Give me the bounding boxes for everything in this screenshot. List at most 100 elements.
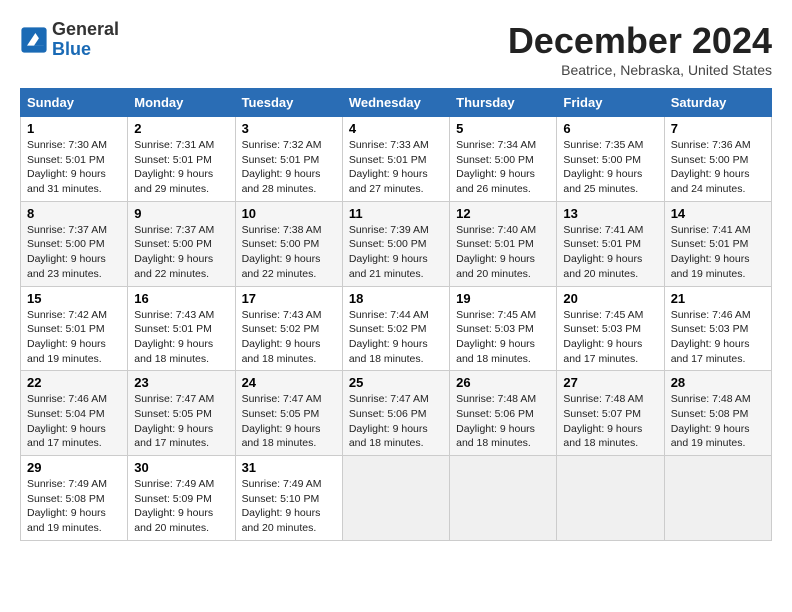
day-detail: Sunrise: 7:45 AMSunset: 5:03 PMDaylight:… bbox=[456, 309, 536, 365]
col-wednesday: Wednesday bbox=[342, 89, 449, 117]
day-number: 3 bbox=[242, 121, 336, 136]
day-detail: Sunrise: 7:41 AMSunset: 5:01 PMDaylight:… bbox=[563, 224, 643, 280]
day-detail: Sunrise: 7:41 AMSunset: 5:01 PMDaylight:… bbox=[671, 224, 751, 280]
day-number: 2 bbox=[134, 121, 228, 136]
table-row: 4 Sunrise: 7:33 AMSunset: 5:01 PMDayligh… bbox=[342, 117, 449, 202]
day-number: 14 bbox=[671, 206, 765, 221]
table-row: 21 Sunrise: 7:46 AMSunset: 5:03 PMDaylig… bbox=[664, 286, 771, 371]
calendar-title: December 2024 bbox=[508, 20, 772, 62]
table-row: 12 Sunrise: 7:40 AMSunset: 5:01 PMDaylig… bbox=[450, 201, 557, 286]
table-row: 2 Sunrise: 7:31 AMSunset: 5:01 PMDayligh… bbox=[128, 117, 235, 202]
day-number: 9 bbox=[134, 206, 228, 221]
day-detail: Sunrise: 7:45 AMSunset: 5:03 PMDaylight:… bbox=[563, 309, 643, 365]
day-detail: Sunrise: 7:46 AMSunset: 5:04 PMDaylight:… bbox=[27, 393, 107, 449]
day-detail: Sunrise: 7:49 AMSunset: 5:08 PMDaylight:… bbox=[27, 478, 107, 534]
table-row: 5 Sunrise: 7:34 AMSunset: 5:00 PMDayligh… bbox=[450, 117, 557, 202]
table-row: 6 Sunrise: 7:35 AMSunset: 5:00 PMDayligh… bbox=[557, 117, 664, 202]
table-row: 18 Sunrise: 7:44 AMSunset: 5:02 PMDaylig… bbox=[342, 286, 449, 371]
header-row: Sunday Monday Tuesday Wednesday Thursday… bbox=[21, 89, 772, 117]
day-number: 23 bbox=[134, 375, 228, 390]
day-number: 22 bbox=[27, 375, 121, 390]
table-row: 16 Sunrise: 7:43 AMSunset: 5:01 PMDaylig… bbox=[128, 286, 235, 371]
table-row: 13 Sunrise: 7:41 AMSunset: 5:01 PMDaylig… bbox=[557, 201, 664, 286]
table-row: 8 Sunrise: 7:37 AMSunset: 5:00 PMDayligh… bbox=[21, 201, 128, 286]
day-number: 21 bbox=[671, 291, 765, 306]
logo: General Blue bbox=[20, 20, 119, 60]
calendar-row: 29 Sunrise: 7:49 AMSunset: 5:08 PMDaylig… bbox=[21, 456, 772, 541]
day-detail: Sunrise: 7:47 AMSunset: 5:06 PMDaylight:… bbox=[349, 393, 429, 449]
day-detail: Sunrise: 7:46 AMSunset: 5:03 PMDaylight:… bbox=[671, 309, 751, 365]
table-row: 27 Sunrise: 7:48 AMSunset: 5:07 PMDaylig… bbox=[557, 371, 664, 456]
day-detail: Sunrise: 7:49 AMSunset: 5:10 PMDaylight:… bbox=[242, 478, 322, 534]
col-thursday: Thursday bbox=[450, 89, 557, 117]
table-row: 22 Sunrise: 7:46 AMSunset: 5:04 PMDaylig… bbox=[21, 371, 128, 456]
col-monday: Monday bbox=[128, 89, 235, 117]
col-friday: Friday bbox=[557, 89, 664, 117]
table-row: 17 Sunrise: 7:43 AMSunset: 5:02 PMDaylig… bbox=[235, 286, 342, 371]
day-number: 26 bbox=[456, 375, 550, 390]
day-detail: Sunrise: 7:30 AMSunset: 5:01 PMDaylight:… bbox=[27, 139, 107, 195]
day-number: 12 bbox=[456, 206, 550, 221]
table-row: 28 Sunrise: 7:48 AMSunset: 5:08 PMDaylig… bbox=[664, 371, 771, 456]
table-row: 24 Sunrise: 7:47 AMSunset: 5:05 PMDaylig… bbox=[235, 371, 342, 456]
logo-general: General bbox=[52, 19, 119, 39]
day-detail: Sunrise: 7:44 AMSunset: 5:02 PMDaylight:… bbox=[349, 309, 429, 365]
table-row: 15 Sunrise: 7:42 AMSunset: 5:01 PMDaylig… bbox=[21, 286, 128, 371]
day-number: 17 bbox=[242, 291, 336, 306]
day-number: 7 bbox=[671, 121, 765, 136]
day-detail: Sunrise: 7:32 AMSunset: 5:01 PMDaylight:… bbox=[242, 139, 322, 195]
calendar-subtitle: Beatrice, Nebraska, United States bbox=[508, 62, 772, 78]
day-number: 19 bbox=[456, 291, 550, 306]
table-row bbox=[664, 456, 771, 541]
day-detail: Sunrise: 7:33 AMSunset: 5:01 PMDaylight:… bbox=[349, 139, 429, 195]
calendar-row: 1 Sunrise: 7:30 AMSunset: 5:01 PMDayligh… bbox=[21, 117, 772, 202]
day-detail: Sunrise: 7:37 AMSunset: 5:00 PMDaylight:… bbox=[27, 224, 107, 280]
day-number: 13 bbox=[563, 206, 657, 221]
day-detail: Sunrise: 7:35 AMSunset: 5:00 PMDaylight:… bbox=[563, 139, 643, 195]
day-detail: Sunrise: 7:47 AMSunset: 5:05 PMDaylight:… bbox=[242, 393, 322, 449]
day-number: 16 bbox=[134, 291, 228, 306]
logo-blue: Blue bbox=[52, 39, 91, 59]
calendar-row: 15 Sunrise: 7:42 AMSunset: 5:01 PMDaylig… bbox=[21, 286, 772, 371]
day-detail: Sunrise: 7:48 AMSunset: 5:07 PMDaylight:… bbox=[563, 393, 643, 449]
day-number: 28 bbox=[671, 375, 765, 390]
table-row: 11 Sunrise: 7:39 AMSunset: 5:00 PMDaylig… bbox=[342, 201, 449, 286]
table-row: 9 Sunrise: 7:37 AMSunset: 5:00 PMDayligh… bbox=[128, 201, 235, 286]
day-detail: Sunrise: 7:48 AMSunset: 5:06 PMDaylight:… bbox=[456, 393, 536, 449]
day-number: 11 bbox=[349, 206, 443, 221]
table-row bbox=[342, 456, 449, 541]
table-row: 7 Sunrise: 7:36 AMSunset: 5:00 PMDayligh… bbox=[664, 117, 771, 202]
col-sunday: Sunday bbox=[21, 89, 128, 117]
day-number: 10 bbox=[242, 206, 336, 221]
logo-text: General Blue bbox=[52, 20, 119, 60]
day-detail: Sunrise: 7:37 AMSunset: 5:00 PMDaylight:… bbox=[134, 224, 214, 280]
day-detail: Sunrise: 7:43 AMSunset: 5:01 PMDaylight:… bbox=[134, 309, 214, 365]
table-row: 19 Sunrise: 7:45 AMSunset: 5:03 PMDaylig… bbox=[450, 286, 557, 371]
day-detail: Sunrise: 7:40 AMSunset: 5:01 PMDaylight:… bbox=[456, 224, 536, 280]
day-detail: Sunrise: 7:39 AMSunset: 5:00 PMDaylight:… bbox=[349, 224, 429, 280]
table-row: 20 Sunrise: 7:45 AMSunset: 5:03 PMDaylig… bbox=[557, 286, 664, 371]
calendar-row: 22 Sunrise: 7:46 AMSunset: 5:04 PMDaylig… bbox=[21, 371, 772, 456]
table-row: 25 Sunrise: 7:47 AMSunset: 5:06 PMDaylig… bbox=[342, 371, 449, 456]
day-number: 25 bbox=[349, 375, 443, 390]
table-row: 14 Sunrise: 7:41 AMSunset: 5:01 PMDaylig… bbox=[664, 201, 771, 286]
table-row: 26 Sunrise: 7:48 AMSunset: 5:06 PMDaylig… bbox=[450, 371, 557, 456]
day-number: 27 bbox=[563, 375, 657, 390]
table-row: 10 Sunrise: 7:38 AMSunset: 5:00 PMDaylig… bbox=[235, 201, 342, 286]
day-detail: Sunrise: 7:34 AMSunset: 5:00 PMDaylight:… bbox=[456, 139, 536, 195]
logo-icon bbox=[20, 26, 48, 54]
day-number: 8 bbox=[27, 206, 121, 221]
day-detail: Sunrise: 7:31 AMSunset: 5:01 PMDaylight:… bbox=[134, 139, 214, 195]
day-detail: Sunrise: 7:36 AMSunset: 5:00 PMDaylight:… bbox=[671, 139, 751, 195]
header: General Blue December 2024 Beatrice, Neb… bbox=[20, 20, 772, 78]
table-row: 29 Sunrise: 7:49 AMSunset: 5:08 PMDaylig… bbox=[21, 456, 128, 541]
table-row: 1 Sunrise: 7:30 AMSunset: 5:01 PMDayligh… bbox=[21, 117, 128, 202]
day-number: 5 bbox=[456, 121, 550, 136]
col-saturday: Saturday bbox=[664, 89, 771, 117]
day-number: 18 bbox=[349, 291, 443, 306]
table-row bbox=[450, 456, 557, 541]
day-number: 15 bbox=[27, 291, 121, 306]
table-row: 30 Sunrise: 7:49 AMSunset: 5:09 PMDaylig… bbox=[128, 456, 235, 541]
day-detail: Sunrise: 7:47 AMSunset: 5:05 PMDaylight:… bbox=[134, 393, 214, 449]
table-row: 3 Sunrise: 7:32 AMSunset: 5:01 PMDayligh… bbox=[235, 117, 342, 202]
